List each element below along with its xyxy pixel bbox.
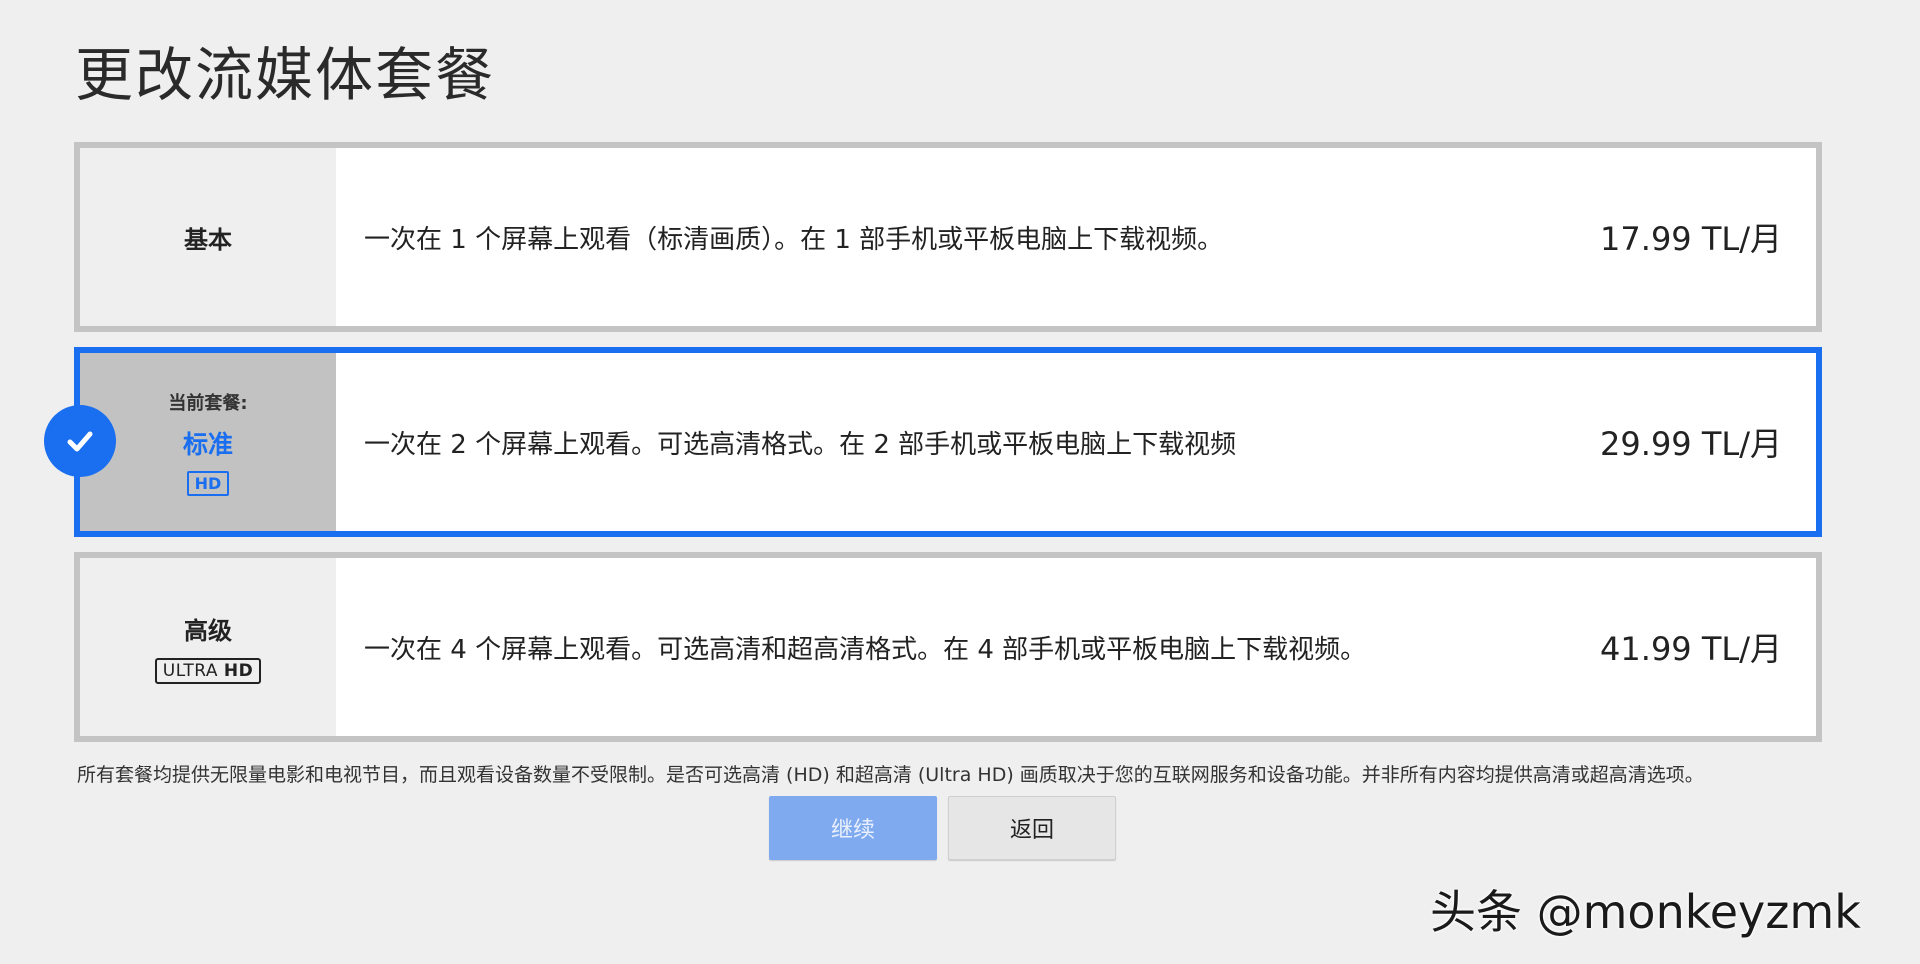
plan-name: 高级 [184, 616, 232, 645]
plan-description: 一次在 1 个屏幕上观看（标清画质）。在 1 部手机或平板电脑上下载视频。 [364, 224, 1224, 255]
plan-name: 标准 [182, 429, 233, 459]
plan-price: 29.99 TL/月 [1600, 425, 1782, 463]
ultra-hd-badge: ULTRA HD [154, 657, 262, 684]
plan-price: 17.99 TL/月 [1600, 220, 1782, 258]
plan-description: 一次在 2 个屏幕上观看。可选高清格式。在 2 部手机或平板电脑上下载视频 [364, 429, 1237, 460]
plan-footnote: 所有套餐均提供无限量电影和电视节目，而且观看设备数量不受限制。是否可选高清 (H… [77, 764, 1704, 786]
plan-name-column: 基本 [80, 148, 336, 326]
page: 更改流媒体套餐 基本 一次在 1 个屏幕上观看（标清画质）。在 1 部手机或平板… [0, 0, 1920, 964]
back-button[interactable]: 返回 [948, 796, 1116, 860]
plan-name: 基本 [184, 225, 232, 254]
watermark: 头条 @monkeyzmk [1430, 885, 1861, 939]
ultra-hd-badge-light: ULTRA [162, 660, 218, 681]
plan-description: 一次在 4 个屏幕上观看。可选高清和超高清格式。在 4 部手机或平板电脑上下载视… [364, 634, 1367, 665]
plan-name-column: 高级 ULTRA HD [80, 558, 336, 736]
current-plan-label: 当前套餐: [168, 392, 248, 414]
continue-button[interactable]: 继续 [769, 796, 937, 860]
plan-option-basic[interactable]: 基本 一次在 1 个屏幕上观看（标清画质）。在 1 部手机或平板电脑上下载视频。… [74, 142, 1822, 332]
plan-option-premium[interactable]: 高级 ULTRA HD 一次在 4 个屏幕上观看。可选高清和超高清格式。在 4 … [74, 552, 1822, 742]
plan-option-standard[interactable]: 当前套餐: 标准 HD 一次在 2 个屏幕上观看。可选高清格式。在 2 部手机或… [44, 347, 1822, 537]
page-title: 更改流媒体套餐 [75, 41, 496, 109]
check-icon [44, 405, 116, 477]
plan-price: 41.99 TL/月 [1600, 630, 1782, 668]
ultra-hd-badge-bold: HD [223, 660, 254, 681]
plan-list: 基本 一次在 1 个屏幕上观看（标清画质）。在 1 部手机或平板电脑上下载视频。… [44, 142, 1822, 757]
plan-name-column: 当前套餐: 标准 HD [80, 353, 336, 531]
hd-badge: HD [186, 470, 230, 496]
